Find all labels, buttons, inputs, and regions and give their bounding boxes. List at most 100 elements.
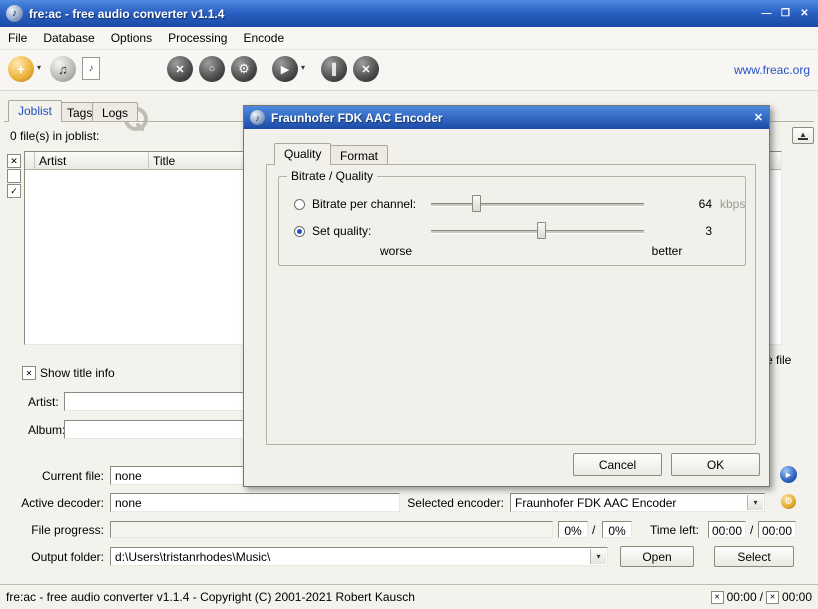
audio-file-glyph: ♪	[89, 63, 94, 74]
dialog-title: Fraunhofer FDK AAC Encoder	[271, 111, 443, 125]
output-folder-dropdown-icon[interactable]: ▾	[590, 549, 606, 564]
output-folder-label: Output folder:	[4, 550, 104, 564]
active-decoder-value: none	[111, 494, 399, 510]
player-preview-icon[interactable]: ▶	[780, 466, 797, 483]
status-time-glyph-1: ✕	[714, 594, 720, 601]
start-encoding-glyph: ▶	[281, 63, 289, 76]
album-label: Album:	[28, 423, 65, 437]
open-button-label: Open	[642, 550, 671, 564]
quality-slider-thumb[interactable]	[537, 222, 546, 239]
active-decoder-label: Active decoder:	[4, 496, 104, 510]
status-time-icon-2[interactable]: ✕	[766, 591, 779, 604]
disc-circle-glyph: ○	[209, 63, 216, 75]
show-title-info-glyph: ✕	[26, 369, 33, 378]
add-cd-icon[interactable]: ♫	[50, 56, 76, 82]
bitrate-radio[interactable]	[294, 199, 305, 210]
stop-encoding-glyph: ✕	[361, 63, 370, 76]
total-progress-percent: 0%	[602, 521, 632, 538]
column-header-title-label: Title	[153, 154, 175, 168]
add-files-icon[interactable]: +	[8, 56, 34, 82]
disc-circle-icon[interactable]: ○	[199, 56, 225, 82]
cut-circle-glyph: ✕	[175, 63, 184, 76]
column-header-artist-label: Artist	[39, 154, 66, 168]
menu-encode[interactable]: Encode	[235, 31, 292, 45]
configure-encoder-glyph: ⚙	[784, 496, 792, 507]
settings-gear-icon[interactable]: ⚙	[231, 56, 257, 82]
encoder-config-dialog: ♪ Fraunhofer FDK AAC Encoder ✕ Quality F…	[243, 105, 770, 487]
tab-joblist[interactable]: Joblist	[8, 100, 62, 122]
select-none-checkbox[interactable]	[7, 169, 21, 183]
select-all-checkbox[interactable]: ✕	[7, 154, 21, 168]
selected-encoder-label: Selected encoder:	[392, 496, 504, 510]
website-link[interactable]: www.freac.org	[734, 63, 810, 77]
menu-processing[interactable]: Processing	[160, 31, 235, 45]
bitrate-radio-label[interactable]: Bitrate per channel:	[312, 197, 416, 211]
start-encoding-icon[interactable]: ▶	[272, 56, 298, 82]
time-separator: /	[750, 523, 753, 537]
cut-circle-icon[interactable]: ✕	[167, 56, 193, 82]
tab-logs[interactable]: Logs	[92, 102, 138, 122]
output-folder-combo[interactable]: d:\Users\tristanrhodes\Music\ ▾	[110, 547, 608, 566]
quality-value: 3	[674, 224, 712, 238]
selected-encoder-dropdown-icon[interactable]: ▾	[747, 495, 763, 510]
close-icon[interactable]: ✕	[797, 6, 812, 21]
toolbar: + ▾ ♫ ♪ ✕ ○ ⚙ ▶ ▾ ∥ ✕ www.freac.org	[0, 50, 818, 91]
toggle-selection-checkbox[interactable]: ✓	[7, 184, 21, 198]
status-time-elapsed: 00:00	[727, 590, 757, 604]
dialog-logo-glyph: ♪	[255, 113, 260, 123]
settings-gear-glyph: ⚙	[238, 61, 250, 77]
selected-encoder-value: Fraunhofer FDK AAC Encoder	[511, 494, 748, 510]
select-button[interactable]: Select	[714, 546, 794, 567]
ok-button[interactable]: OK	[671, 453, 760, 476]
audio-file-icon[interactable]: ♪	[82, 57, 100, 80]
start-encoding-dropdown-icon[interactable]: ▾	[301, 63, 305, 72]
cancel-button-label: Cancel	[599, 458, 636, 472]
dialog-tab-format[interactable]: Format	[330, 145, 388, 165]
statusbar-text: fre:ac - free audio converter v1.1.4 - C…	[6, 590, 415, 604]
dialog-close-icon[interactable]: ✕	[754, 111, 763, 124]
minimize-icon[interactable]: —	[759, 6, 774, 21]
bitrate-slider-thumb[interactable]	[472, 195, 481, 212]
bitrate-unit: kbps	[720, 197, 745, 211]
app-logo-glyph: ♪	[12, 8, 17, 19]
set-quality-radio-label[interactable]: Set quality:	[312, 224, 371, 238]
status-time-icon-1[interactable]: ✕	[711, 591, 724, 604]
dialog-logo-icon: ♪	[250, 110, 265, 125]
current-file-label: Current file:	[4, 469, 104, 483]
menu-file[interactable]: File	[0, 31, 35, 45]
time-left-file: 00:00	[708, 521, 746, 538]
select-all-glyph: ✕	[10, 157, 18, 166]
eject-button[interactable]: ▲	[792, 127, 814, 144]
file-progress-bar	[110, 521, 553, 538]
eject-icon: ▲	[798, 131, 808, 140]
worse-label: worse	[366, 244, 426, 258]
stop-encoding-icon[interactable]: ✕	[353, 56, 379, 82]
bitrate-quality-group-title: Bitrate / Quality	[287, 169, 377, 183]
status-time-slash: /	[760, 590, 763, 604]
player-preview-glyph: ▶	[786, 471, 791, 479]
menu-options[interactable]: Options	[103, 31, 160, 45]
app-window: ♪ fre:ac - free audio converter v1.1.4 —…	[0, 0, 818, 609]
cancel-button[interactable]: Cancel	[573, 453, 662, 476]
selected-encoder-combo[interactable]: Fraunhofer FDK AAC Encoder ▾	[510, 493, 765, 512]
add-files-glyph: +	[17, 61, 25, 77]
dialog-tab-quality[interactable]: Quality	[274, 143, 331, 165]
bitrate-slider[interactable]	[431, 203, 644, 207]
percent-separator: /	[592, 523, 595, 537]
open-button[interactable]: Open	[620, 546, 694, 567]
show-title-info-toggle[interactable]: ✕	[22, 366, 36, 380]
set-quality-radio[interactable]	[294, 226, 305, 237]
menubar: File Database Options Processing Encode …	[0, 27, 818, 50]
menu-database[interactable]: Database	[35, 31, 102, 45]
file-progress-percent: 0%	[558, 521, 588, 538]
pause-encoding-icon[interactable]: ∥	[321, 56, 347, 82]
active-decoder-field: none	[110, 493, 400, 512]
configure-encoder-icon[interactable]: ⚙	[781, 494, 796, 509]
column-header-check	[25, 152, 35, 170]
column-header-artist[interactable]: Artist	[35, 152, 149, 170]
maximize-icon[interactable]: ❐	[778, 6, 793, 21]
joblist-count: 0 file(s) in joblist:	[10, 129, 99, 143]
toggle-selection-glyph: ✓	[10, 187, 18, 196]
add-files-dropdown-icon[interactable]: ▾	[37, 63, 41, 72]
window-title: fre:ac - free audio converter v1.1.4	[29, 7, 224, 21]
